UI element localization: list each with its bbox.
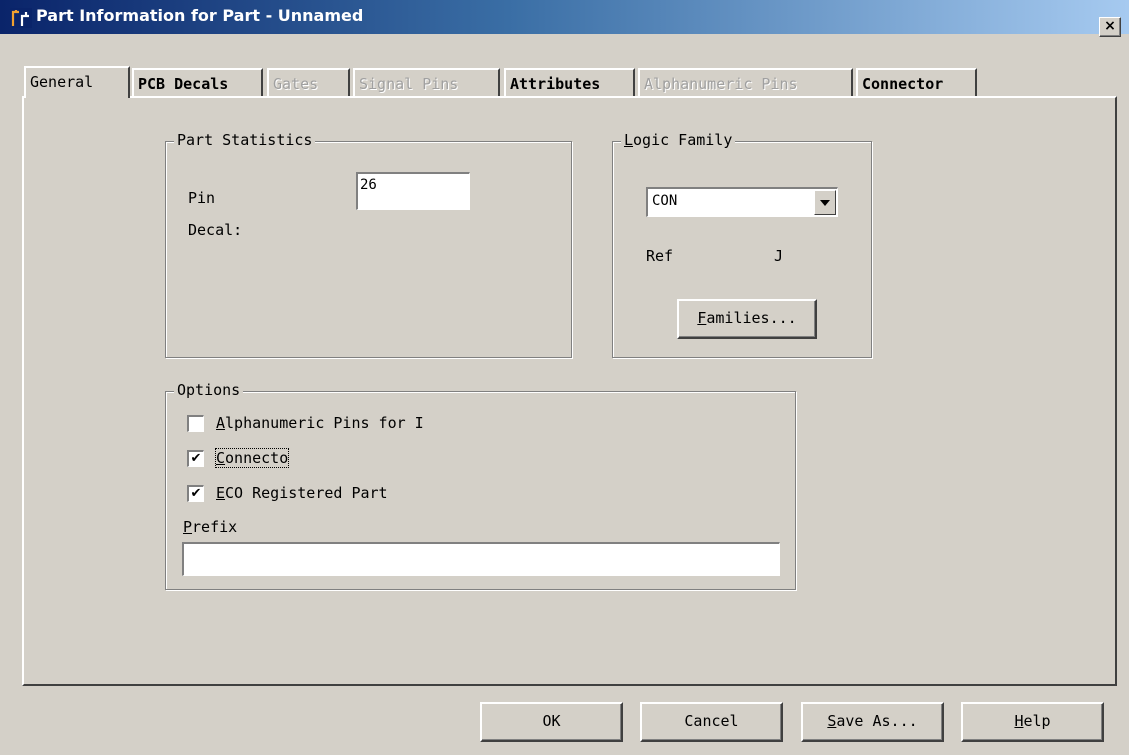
ref-value: J [774,247,784,265]
tab-general[interactable]: General [24,66,130,98]
tab-signal-pins: Signal Pins [353,68,500,98]
pin-count-field[interactable]: 26 [356,172,470,210]
tab-label: Gates [273,75,319,93]
connector-label[interactable]: Connecto [214,448,290,468]
cancel-button[interactable]: Cancel [640,702,783,742]
eco-registered-label[interactable]: ECO Registered Part [216,484,388,502]
tab-gates: Gates [267,68,350,98]
tab-alphanumeric-pins: Alphanumeric Pins [638,68,853,98]
save-as-button-label: Save As... [827,712,918,730]
ok-button-label: OK [542,712,561,730]
tab-pcb-decals[interactable]: PCB Decals [132,68,263,98]
part-information-dialog: Part Information for Part - Unnamed × Ge… [0,0,1129,755]
ref-label: Ref [646,247,674,265]
families-button-label: Families... [697,309,797,327]
tab-label: Attributes [510,75,601,93]
checkmark-icon: ✔ [190,451,202,466]
tab-attributes[interactable]: Attributes [504,68,635,98]
prefix-label: Prefix [183,518,238,536]
alphanumeric-pins-label[interactable]: Alphanumeric Pins for I [216,414,424,432]
tab-label: General [30,73,94,91]
close-button[interactable]: × [1099,17,1121,37]
pin-label: Pin [188,189,216,207]
checkmark-icon: ✔ [190,486,202,501]
window-title: Part Information for Part - Unnamed [36,6,364,25]
families-button[interactable]: Families... [677,299,817,339]
app-icon [10,8,32,28]
tab-label: Connector [862,75,944,93]
title-bar[interactable]: Part Information for Part - Unnamed × [0,0,1129,37]
logic-family-title: Logic Family [621,131,736,149]
alphanumeric-pins-checkbox[interactable] [187,415,204,432]
pin-count-value: 26 [360,177,377,193]
help-button-label: Help [1014,712,1051,730]
cancel-button-label: Cancel [684,712,739,730]
ok-button[interactable]: OK [480,702,623,742]
decal-label: Decal: [188,221,243,239]
tab-label: Alphanumeric Pins [644,75,798,93]
close-icon: × [1104,18,1116,34]
logic-family-select[interactable]: CON [646,187,838,217]
tab-connector[interactable]: Connector [856,68,977,98]
chevron-down-icon[interactable] [814,190,836,215]
connector-checkbox[interactable]: ✔ [187,450,204,467]
options-title: Options [174,381,244,399]
save-as-button[interactable]: Save As... [801,702,944,742]
part-statistics-title: Part Statistics [174,131,316,149]
logic-family-value: CON [652,193,678,209]
tab-label: Signal Pins [359,75,459,93]
tab-label: PCB Decals [138,75,229,93]
prefix-field[interactable] [182,542,780,576]
eco-registered-checkbox[interactable]: ✔ [187,485,204,502]
help-button[interactable]: Help [961,702,1104,742]
